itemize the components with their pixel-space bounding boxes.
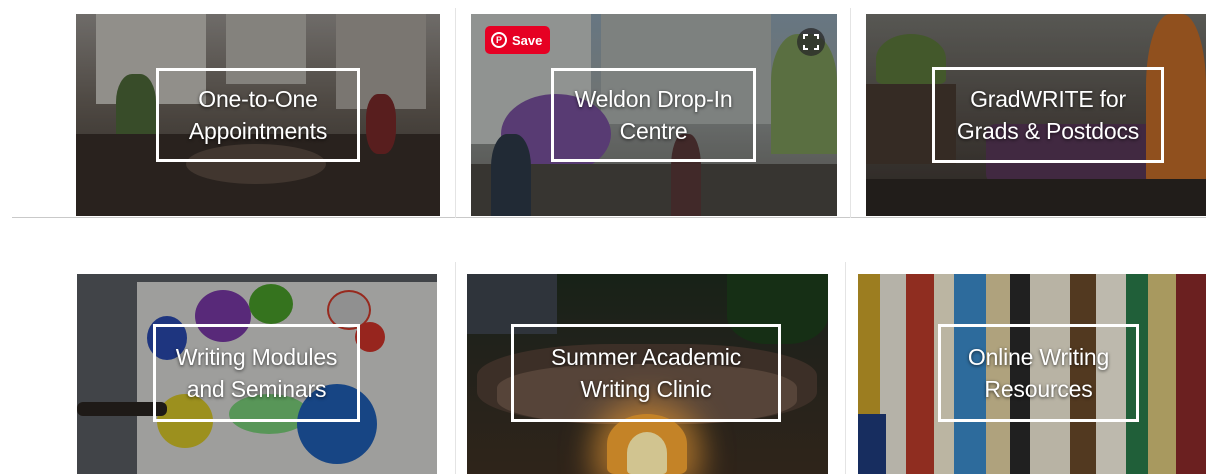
tile-title-line1: One-to-One [198, 86, 318, 112]
column-divider [455, 262, 456, 474]
services-grid: One-to-One Appointments Weldon Drop-In C… [0, 0, 1206, 474]
tile-online-writing-resources[interactable]: Online Writing Resources [858, 274, 1206, 474]
tile-title-line2: Resources [984, 376, 1093, 402]
tile-title-line2: Appointments [188, 118, 328, 144]
tile-title-frame: GradWRITE for Grads & Postdocs [932, 67, 1164, 163]
tile-title-frame: One-to-One Appointments [156, 68, 360, 162]
tile-title-line1: Summer Academic [550, 344, 741, 370]
row-divider [12, 217, 1206, 218]
column-divider [845, 262, 846, 474]
tile-title-frame: Weldon Drop-In Centre [551, 68, 756, 162]
tile-title-line2: Grads & Postdocs [956, 118, 1140, 144]
tile-writing-modules[interactable]: Writing Modules and Seminars [77, 274, 437, 474]
pinterest-save-button[interactable]: P Save [485, 26, 551, 54]
column-divider [455, 8, 456, 218]
tile-title-line2: Writing Clinic [580, 376, 712, 402]
tile-title-frame: Writing Modules and Seminars [153, 324, 360, 422]
tile-title-line2: Centre [619, 118, 688, 144]
tile-title-line1: GradWRITE for [970, 86, 1126, 112]
expand-icon [803, 34, 819, 50]
tile-summer-writing-clinic[interactable]: Summer Academic Writing Clinic [467, 274, 828, 474]
column-divider [850, 8, 851, 218]
tile-weldon-drop-in-centre[interactable]: Weldon Drop-In Centre P Save [471, 14, 837, 216]
tile-gradwrite[interactable]: GradWRITE for Grads & Postdocs [866, 14, 1206, 216]
tile-title-frame: Online Writing Resources [938, 324, 1139, 422]
tile-one-to-one-appointments[interactable]: One-to-One Appointments [76, 14, 440, 216]
tile-title-line2: and Seminars [186, 376, 327, 402]
pinterest-icon: P [491, 32, 507, 48]
tile-title-line1: Weldon Drop-In [574, 86, 733, 112]
save-label: Save [512, 32, 543, 48]
tile-title-line1: Online Writing [967, 344, 1110, 370]
tile-title-frame: Summer Academic Writing Clinic [511, 324, 781, 422]
tile-title-line1: Writing Modules [175, 344, 338, 370]
expand-button[interactable] [797, 28, 825, 56]
